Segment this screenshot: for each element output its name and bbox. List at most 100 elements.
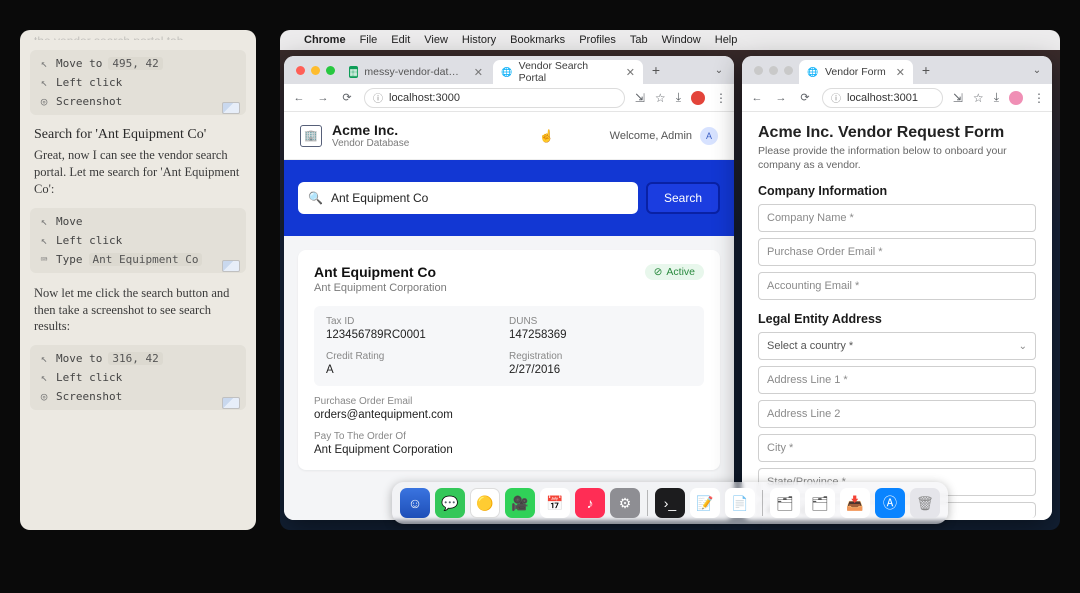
chrome-window-vendor-search[interactable]: ▦ messy-vendor-data - Googl ✕ 🌐 Vendor S… xyxy=(284,56,734,520)
settings-icon[interactable]: ⚙ xyxy=(610,488,640,518)
profile-avatar-icon[interactable] xyxy=(691,91,705,105)
window-controls[interactable] xyxy=(290,66,341,75)
search-field[interactable] xyxy=(331,191,628,205)
tab-label: messy-vendor-data - Googl xyxy=(364,66,463,78)
calendar-icon[interactable]: 📅 xyxy=(540,488,570,518)
downloads-icon[interactable]: ⤓ xyxy=(994,90,999,105)
placeholder: Purchase Order Email * xyxy=(767,246,883,258)
bookmark-star-icon[interactable]: ☆ xyxy=(973,91,984,105)
country-select[interactable]: Select a country * ⌄ xyxy=(758,332,1036,360)
folder-stack-icon[interactable]: 🗂 xyxy=(770,488,800,518)
tab-vendor-search-portal[interactable]: 🌐 Vendor Search Portal ✕ xyxy=(493,60,643,84)
textedit-icon[interactable]: 📄 xyxy=(725,488,755,518)
close-window-icon[interactable] xyxy=(754,66,763,75)
agent-thought-1: Search for 'Ant Equipment Co' Great, now… xyxy=(30,119,246,204)
menu-help[interactable]: Help xyxy=(715,34,738,46)
install-app-icon[interactable]: ⇲ xyxy=(953,91,963,105)
reload-icon[interactable]: ⟳ xyxy=(340,91,354,104)
credit-value: A xyxy=(326,364,509,376)
accounting-email-field[interactable]: Accounting Email * xyxy=(758,272,1036,300)
city-field[interactable]: City * xyxy=(758,434,1036,462)
screenshot-thumbnail[interactable] xyxy=(222,260,240,272)
tab-overflow-icon[interactable]: ⌄ xyxy=(1028,63,1046,77)
menu-history[interactable]: History xyxy=(462,34,496,46)
agent-trace-panel: the vendor search portal tab. ↖ Move to … xyxy=(20,30,256,530)
dock-separator xyxy=(647,490,648,516)
menu-bookmarks[interactable]: Bookmarks xyxy=(510,34,565,46)
action-block-1: ↖ Move to 495, 42 ↖ Left click ◎ Screens… xyxy=(30,50,246,115)
vendor-search-input[interactable]: 🔍 xyxy=(298,182,638,214)
close-tab-icon[interactable]: ✕ xyxy=(626,66,635,79)
menu-profiles[interactable]: Profiles xyxy=(579,34,616,46)
facetime-icon[interactable]: 🎥 xyxy=(505,488,535,518)
address-line-1-field[interactable]: Address Line 1 * xyxy=(758,366,1036,394)
site-info-icon[interactable]: ⓘ xyxy=(373,90,383,105)
downloads-stack-icon[interactable]: 📥 xyxy=(840,488,870,518)
messages-icon[interactable]: 💬 xyxy=(435,488,465,518)
address-bar[interactable]: ⓘ localhost:3001 xyxy=(822,88,943,108)
tab-vendor-form[interactable]: 🌐 Vendor Form ✕ xyxy=(799,60,913,84)
placeholder: Address Line 1 * xyxy=(767,374,848,386)
vendor-result-card: Ant Equipment Co Ant Equipment Corporati… xyxy=(298,250,720,470)
macos-menubar[interactable]: Chrome File Edit View History Bookmarks … xyxy=(280,30,1060,50)
menu-file[interactable]: File xyxy=(360,34,378,46)
cursor-icon: ↖ xyxy=(38,215,50,228)
minimize-window-icon[interactable] xyxy=(311,66,320,75)
action-param: 495, 42 xyxy=(108,57,162,70)
install-app-icon[interactable]: ⇲ xyxy=(635,91,645,105)
chrome-menu-icon[interactable]: ⋮ xyxy=(1033,91,1044,105)
terminal-icon[interactable]: ›_ xyxy=(655,488,685,518)
finder-icon[interactable]: ☺ xyxy=(400,488,430,518)
zoom-window-icon[interactable] xyxy=(784,66,793,75)
site-info-icon[interactable]: ⓘ xyxy=(831,90,841,105)
back-icon[interactable]: ← xyxy=(292,92,306,104)
search-button[interactable]: Search xyxy=(646,182,720,214)
close-tab-icon[interactable]: ✕ xyxy=(474,66,483,79)
profile-avatar-icon[interactable] xyxy=(1009,91,1023,105)
close-window-icon[interactable] xyxy=(296,66,305,75)
address-bar[interactable]: ⓘ localhost:3000 xyxy=(364,88,625,108)
action-left-click: ↖ Left click xyxy=(36,368,240,387)
form-subtitle: Please provide the information below to … xyxy=(758,145,1036,172)
credit-label: Credit Rating xyxy=(326,351,509,362)
placeholder: Address Line 2 xyxy=(767,408,840,420)
menu-view[interactable]: View xyxy=(424,34,448,46)
downloads-icon[interactable]: ⤓ xyxy=(676,90,681,105)
menu-tab[interactable]: Tab xyxy=(630,34,648,46)
user-avatar-icon[interactable]: A xyxy=(700,127,718,145)
macos-dock[interactable]: ☺ 💬 🟡 🎥 📅 ♪ ⚙ ›_ 📝 📄 🗂 🗂 📥 Ⓐ 🗑 xyxy=(392,482,948,524)
new-tab-button[interactable]: + xyxy=(645,62,667,78)
screenshot-thumbnail[interactable] xyxy=(222,397,240,409)
cursor-icon: ↖ xyxy=(38,371,50,384)
address-line-2-field[interactable]: Address Line 2 xyxy=(758,400,1036,428)
minimize-window-icon[interactable] xyxy=(769,66,778,75)
forward-icon[interactable]: → xyxy=(316,92,330,104)
tab-overflow-icon[interactable]: ⌄ xyxy=(710,63,728,77)
menubar-app-name[interactable]: Chrome xyxy=(304,34,346,46)
chrome-window-vendor-form[interactable]: 🌐 Vendor Form ✕ + ⌄ ← → ⟳ ⓘ localhost:30… xyxy=(742,56,1052,520)
menu-window[interactable]: Window xyxy=(662,34,701,46)
screenshot-thumbnail[interactable] xyxy=(222,102,240,114)
folder-stack-icon[interactable]: 🗂 xyxy=(805,488,835,518)
bookmark-star-icon[interactable]: ☆ xyxy=(655,91,666,105)
trash-icon[interactable]: 🗑 xyxy=(910,488,940,518)
app-store-icon[interactable]: Ⓐ xyxy=(875,488,905,518)
music-icon[interactable]: ♪ xyxy=(575,488,605,518)
chrome-icon[interactable]: 🟡 xyxy=(470,488,500,518)
chrome-menu-icon[interactable]: ⋮ xyxy=(715,91,726,105)
vendor-detail-grid: Tax ID 123456789RC0001 DUNS 147258369 Cr… xyxy=(314,306,704,386)
close-tab-icon[interactable]: ✕ xyxy=(896,66,905,79)
reload-icon[interactable]: ⟳ xyxy=(798,91,812,104)
back-icon[interactable]: ← xyxy=(750,92,764,104)
po-email-field[interactable]: Purchase Order Email * xyxy=(758,238,1036,266)
new-tab-button[interactable]: + xyxy=(915,62,937,78)
tab-messy-vendor-data[interactable]: ▦ messy-vendor-data - Googl ✕ xyxy=(341,60,491,84)
company-name-field[interactable]: Company Name * xyxy=(758,204,1036,232)
taxid-label: Tax ID xyxy=(326,316,509,327)
notes-icon[interactable]: 📝 xyxy=(690,488,720,518)
forward-icon[interactable]: → xyxy=(774,92,788,104)
window-controls[interactable] xyxy=(748,66,799,75)
menu-edit[interactable]: Edit xyxy=(391,34,410,46)
zoom-window-icon[interactable] xyxy=(326,66,335,75)
action-label: Left click xyxy=(56,234,122,247)
